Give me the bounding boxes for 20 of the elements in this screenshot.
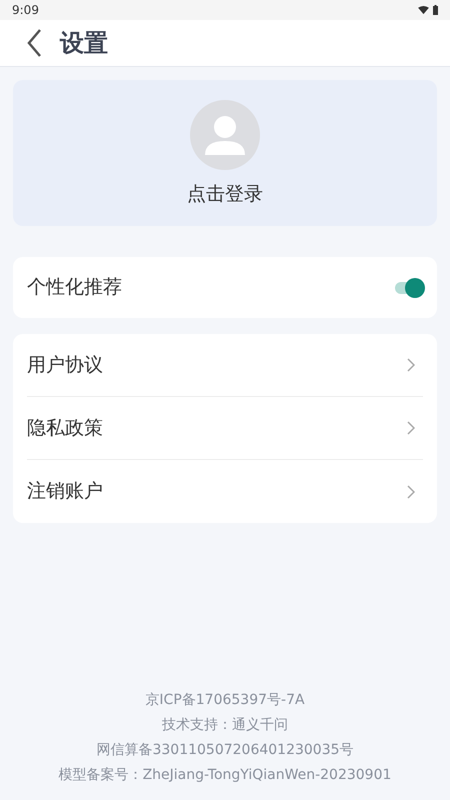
footer-text: 京ICP备17065397号-7A	[145, 691, 305, 710]
recommend-label: 个性化推荐	[27, 275, 122, 300]
menu-item[interactable]: 用户协议	[27, 334, 423, 397]
avatar-icon	[190, 100, 260, 170]
login-label: 点击登录	[187, 182, 263, 207]
profile-card[interactable]: 点击登录	[13, 80, 437, 226]
chevron-right-icon	[407, 421, 415, 435]
menu-item[interactable]: 隐私政策	[27, 397, 423, 460]
footer-text: 技术支持：通义千问	[162, 716, 288, 735]
footer-text: 网信算备330110507206401230035号	[96, 741, 354, 760]
recommend-switch[interactable]	[395, 278, 423, 298]
chevron-right-icon	[407, 358, 415, 372]
wifi-icon	[418, 6, 429, 14]
status-time: 9:09	[12, 2, 39, 19]
chevron-right-icon	[407, 484, 415, 498]
page-title: 设置	[60, 28, 108, 59]
battery-icon	[433, 5, 438, 15]
back-icon	[26, 28, 42, 58]
menu-item[interactable]: 注销账户	[27, 460, 423, 523]
footer-text: 模型备案号：ZheJiang-TongYiQianWen-20230901	[58, 766, 392, 785]
